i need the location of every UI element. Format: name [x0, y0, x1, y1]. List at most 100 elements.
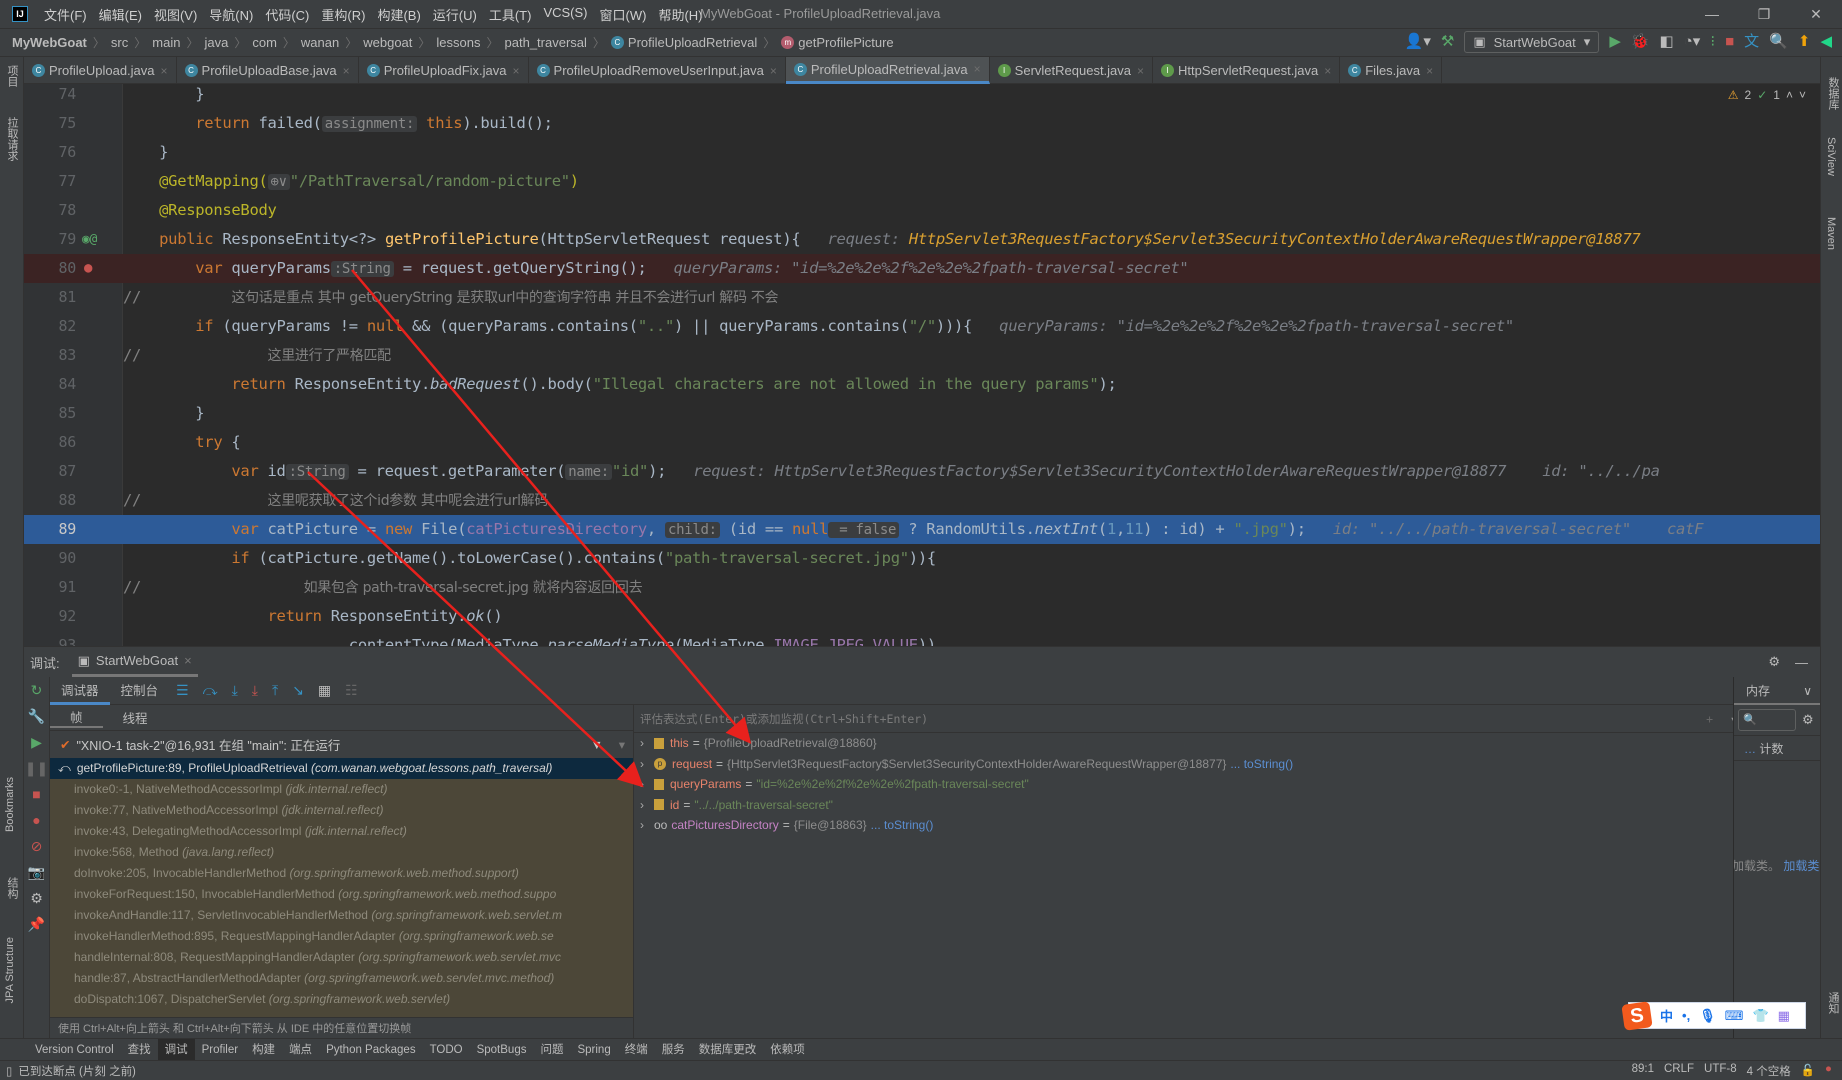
- code-line[interactable]: 78 @ResponseBody: [24, 196, 1820, 225]
- tab-startwebgoat[interactable]: ▣ StartWebGoat ×: [71, 647, 198, 677]
- pause-icon[interactable]: ❚❚: [24, 755, 49, 781]
- variables-list[interactable]: › this = {ProfileUploadRetrieval@18860} › p re…: [634, 733, 1757, 836]
- pin-icon[interactable]: 📌: [24, 911, 49, 937]
- tool-window-button[interactable]: 调试: [157, 1038, 195, 1061]
- editor-tab[interactable]: I HttpServletRequest.java ×: [1153, 57, 1341, 84]
- evaluate-icon[interactable]: ▦: [311, 682, 338, 699]
- stack-frame[interactable]: handleInternal:808, RequestMappingHandle…: [50, 947, 633, 968]
- expand-chevron-icon[interactable]: ›: [640, 815, 654, 836]
- indent-setting[interactable]: 4 个空格: [1747, 1063, 1791, 1079]
- coverage-icon[interactable]: ◧: [1660, 31, 1674, 53]
- frames-list[interactable]: ⤺ getProfilePicture:89, ProfileUploadRetr…: [50, 758, 633, 1017]
- tool-window-button[interactable]: Profiler: [195, 1039, 245, 1061]
- line-number[interactable]: 82: [24, 312, 77, 341]
- tool-bookmarks[interactable]: Bookmarks: [4, 777, 16, 832]
- menu-item[interactable]: 视图(V): [148, 5, 203, 24]
- stack-frame[interactable]: invoke:568, Method (java.lang.reflect): [50, 842, 633, 863]
- chevron-down-icon[interactable]: ∨: [1803, 677, 1812, 703]
- debug-bug-icon[interactable]: 🐞: [1631, 31, 1650, 53]
- tool-structure[interactable]: 结构: [4, 877, 20, 899]
- line-number[interactable]: 85: [24, 399, 77, 428]
- memory-search-input[interactable]: 🔍: [1738, 709, 1796, 731]
- stack-frame[interactable]: invoke:77, NativeMethodAccessorImpl (jdk…: [50, 800, 633, 821]
- microphone-icon[interactable]: 🎙: [1699, 1008, 1716, 1024]
- tool-window-button[interactable]: 服务: [655, 1039, 692, 1061]
- expand-chevron-icon[interactable]: ›: [640, 795, 654, 816]
- menu-item[interactable]: 工具(T): [483, 5, 538, 24]
- code-line[interactable]: 80 ● var queryParams:String = request.get…: [24, 254, 1820, 283]
- menu-item[interactable]: 窗口(W): [594, 5, 653, 24]
- prev-highlight-icon[interactable]: ˄: [1786, 88, 1793, 102]
- menu-item[interactable]: 文件(F): [38, 5, 93, 24]
- update-icon[interactable]: ⬆: [1798, 31, 1811, 53]
- line-number[interactable]: 89: [24, 515, 77, 544]
- breakpoint-icon[interactable]: ●: [84, 254, 92, 283]
- editor-tab[interactable]: C Files.java ×: [1340, 57, 1443, 84]
- stack-frame[interactable]: invokeHandlerMethod:895, RequestMappingH…: [50, 926, 633, 947]
- tool-window-button[interactable]: 构建: [245, 1039, 282, 1061]
- code-line[interactable]: 84 return ResponseEntity.badRequest().bo…: [24, 370, 1820, 399]
- line-number[interactable]: 77: [24, 167, 77, 196]
- stack-frame[interactable]: doInvoke:205, InvocableHandlerMethod (or…: [50, 863, 633, 884]
- line-number[interactable]: 91: [24, 573, 77, 602]
- code-line[interactable]: 87 var id:String = request.getParameter(…: [24, 457, 1820, 486]
- tool-window-button[interactable]: 查找: [121, 1039, 158, 1061]
- close-tab-icon[interactable]: ×: [1324, 64, 1331, 78]
- tool-project[interactable]: 项目: [4, 65, 20, 87]
- step-out-icon[interactable]: ⤒: [265, 682, 285, 699]
- code-line[interactable]: 89 var catPicture = new File(catPictures…: [24, 515, 1820, 544]
- code-editor[interactable]: 74 } 75 return failed(assignment: this).b…: [24, 84, 1820, 646]
- menu-item[interactable]: 导航(N): [203, 5, 259, 24]
- layout-icon[interactable]: ☰: [169, 682, 196, 699]
- line-number[interactable]: 84: [24, 370, 77, 399]
- run-configuration-select[interactable]: ▣ StartWebGoat ▾: [1464, 31, 1600, 53]
- minimize-icon[interactable]: —: [1795, 655, 1808, 670]
- variable-row[interactable]: › p request = {HttpServlet3RequestFactory$Se…: [634, 754, 1757, 775]
- tab-console[interactable]: 控制台: [110, 677, 170, 705]
- line-number[interactable]: 87: [24, 457, 77, 486]
- resume-icon[interactable]: ▶: [24, 729, 49, 755]
- step-over-icon[interactable]: ⤼: [196, 682, 225, 699]
- code-line[interactable]: 75 return failed(assignment: this).build…: [24, 109, 1820, 138]
- stack-frame[interactable]: ⤺ getProfilePicture:89, ProfileUploadRetr…: [50, 758, 633, 779]
- panel-toggle-icon[interactable]: ▯: [6, 1064, 12, 1078]
- menu-item[interactable]: 编辑(E): [93, 5, 148, 24]
- run-icon[interactable]: ▶: [1609, 31, 1621, 53]
- breadcrumb-item[interactable]: m getProfilePicture: [781, 35, 894, 50]
- close-tab-icon[interactable]: ×: [974, 62, 981, 76]
- breadcrumb-item[interactable]: com: [252, 35, 277, 50]
- force-step-into-icon[interactable]: ⤓: [245, 682, 265, 699]
- run-to-cursor-icon[interactable]: ↘: [285, 682, 311, 699]
- tool-jpa-structure[interactable]: JPA Structure: [4, 937, 16, 1003]
- breadcrumb-item[interactable]: MyWebGoat: [12, 35, 87, 50]
- chevron-down-icon[interactable]: ▾: [619, 737, 625, 752]
- code-line[interactable]: 74 }: [24, 84, 1820, 109]
- stack-frame[interactable]: invoke0:-1, NativeMethodAccessorImpl (jd…: [50, 779, 633, 800]
- close-icon[interactable]: ✕: [1790, 0, 1842, 28]
- breadcrumb-item[interactable]: lessons: [436, 35, 480, 50]
- variable-row[interactable]: › id = "../../path-traversal-secret": [634, 795, 1757, 816]
- code-line[interactable]: 82 if (queryParams != null && (queryPara…: [24, 312, 1820, 341]
- expand-chevron-icon[interactable]: ›: [640, 733, 654, 754]
- implementing-method-icon[interactable]: ◉@: [82, 225, 97, 254]
- menu-item[interactable]: 代码(C): [259, 5, 315, 24]
- add-watch-icon[interactable]: +: [1706, 705, 1713, 733]
- line-number[interactable]: 83: [24, 341, 77, 370]
- trace-icon[interactable]: ☷: [338, 682, 365, 699]
- tool-window-button[interactable]: SpotBugs: [470, 1039, 534, 1061]
- profile-icon[interactable]: ◔▾: [1684, 31, 1701, 53]
- line-number[interactable]: 78: [24, 196, 77, 225]
- step-into-icon[interactable]: ⤓: [225, 682, 245, 699]
- line-number[interactable]: 86: [24, 428, 77, 457]
- line-number[interactable]: 76: [24, 138, 77, 167]
- stop-icon[interactable]: ■: [1725, 31, 1734, 53]
- attach-debugger-icon[interactable]: ⁝: [1710, 31, 1715, 53]
- tostring-link[interactable]: ... toString(): [871, 815, 934, 836]
- settings-icon[interactable]: ⚙: [24, 885, 49, 911]
- stop-icon[interactable]: ■: [24, 781, 49, 807]
- sogou-logo-icon[interactable]: S: [1621, 1000, 1653, 1031]
- stack-frame[interactable]: invokeAndHandle:117, ServletInvocableHan…: [50, 905, 633, 926]
- intellij-logo[interactable]: IJ: [12, 6, 28, 22]
- tool-notifications[interactable]: 通知: [1825, 992, 1841, 1014]
- stack-frame[interactable]: doDispatch:1067, DispatcherServlet (org.…: [50, 989, 633, 1010]
